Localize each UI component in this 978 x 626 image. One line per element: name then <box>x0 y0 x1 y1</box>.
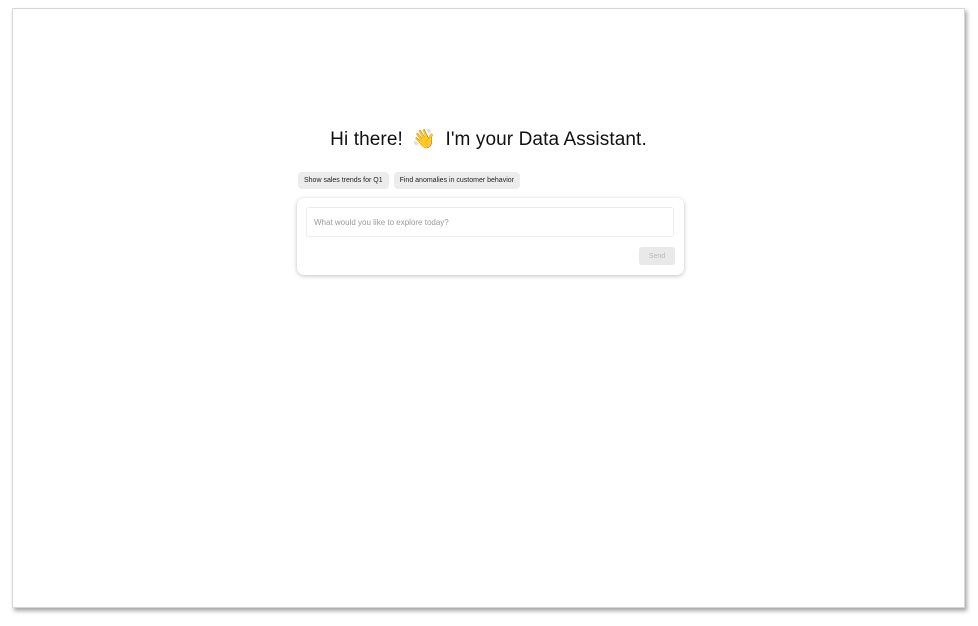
message-composer: Send <box>297 198 684 275</box>
suggestion-chips: Show sales trends for Q1 Find anomalies … <box>298 172 520 189</box>
waving-hand-icon: 👋 <box>412 129 437 150</box>
greeting-rest: I'm your Data Assistant. <box>445 129 647 150</box>
greeting-lead: Hi there! <box>330 129 403 150</box>
prompt-input[interactable] <box>306 207 674 237</box>
suggestion-chip-anomalies[interactable]: Find anomalies in customer behavior <box>393 172 520 189</box>
send-button[interactable]: Send <box>639 247 675 265</box>
suggestion-chip-sales-trends[interactable]: Show sales trends for Q1 <box>298 172 389 189</box>
welcome-heading: Hi there! 👋 I'm your Data Assistant. <box>13 127 964 151</box>
app-window: Hi there! 👋 I'm your Data Assistant. Sho… <box>12 8 965 608</box>
